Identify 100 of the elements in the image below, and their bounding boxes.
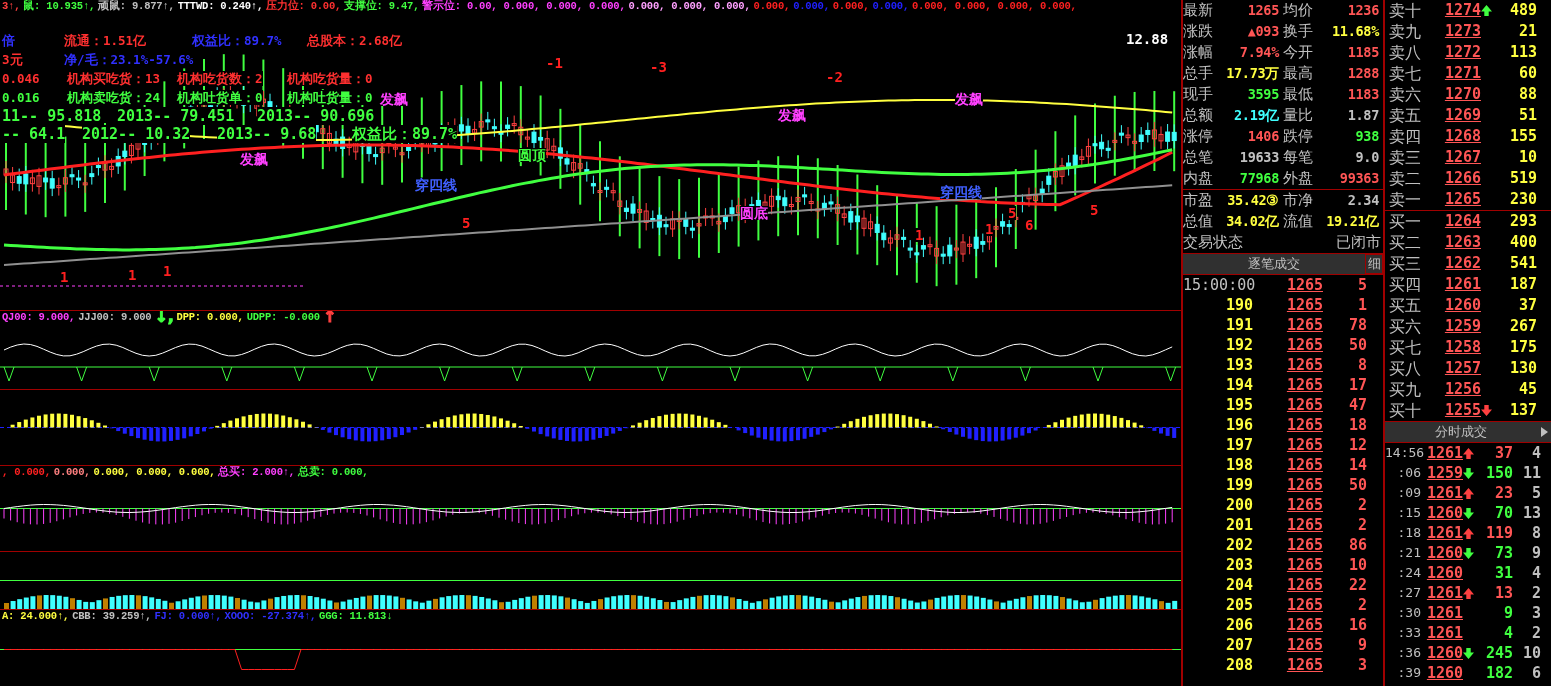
chart-label: 圆顶 (518, 148, 546, 162)
trade-volume: 245 (1484, 643, 1513, 663)
trade-time: 192 (1224, 335, 1253, 355)
trade-time: 14:56 (1385, 444, 1421, 462)
indicator-value: 0.000, (872, 0, 909, 12)
quote-value: 1265 (1246, 1, 1279, 20)
trade-count: 11 (1521, 463, 1541, 483)
order-price: 1273 (1443, 21, 1481, 42)
stock-info-text: 11-- 95.818 (2, 107, 102, 125)
order-level-label: 买四 (1388, 274, 1422, 295)
trade-volume: 50 (1347, 335, 1367, 355)
trade-time: 207 (1224, 635, 1253, 655)
order-volume: 175 (1508, 337, 1537, 358)
order-price: 1256 (1443, 379, 1481, 400)
quote-label: 总手 (1183, 63, 1214, 84)
indicator-value: XOOO: -27.374↑, (224, 610, 317, 622)
order-level-label: 买一 (1388, 211, 1422, 232)
order-volume: 230 (1508, 189, 1537, 210)
order-volume: 489 (1508, 0, 1537, 21)
quote-value: 34.02亿 (1225, 212, 1279, 231)
trade-time: :21 (1396, 544, 1421, 562)
trade-price: 1265 (1285, 395, 1323, 415)
trade-price: 1265 (1285, 415, 1323, 435)
trade-volume: 4 (1502, 623, 1513, 643)
trade-price: 1265 (1285, 615, 1323, 635)
order-volume: 45 (1517, 379, 1537, 400)
quote-label: 均价 (1282, 0, 1314, 21)
chart-label: 1 (128, 268, 137, 282)
trade-volume: 23 (1493, 483, 1513, 503)
indicator-value: 0.000, (53, 466, 91, 478)
trade-time: 15:00:00 (1183, 275, 1253, 295)
order-level-label: 卖七 (1388, 63, 1422, 84)
quote-label: 交易状态 (1183, 232, 1243, 253)
trade-volume: 9 (1356, 635, 1367, 655)
panel-title: 逐笔成交 (1247, 255, 1301, 273)
indicator-value: 警示位: 0.00, 0.000, 0.000, 0.000, (422, 0, 626, 12)
order-level-label: 买九 (1388, 379, 1422, 400)
chart-label: -3 (650, 60, 667, 74)
trade-time: :15 (1396, 504, 1421, 522)
order-volume: 113 (1508, 42, 1537, 63)
stock-info-text: 2013-- 9.68 (217, 125, 317, 143)
order-price: 1272 (1443, 42, 1481, 63)
order-level-label: 买六 (1388, 316, 1422, 337)
order-level-label: 卖九 (1388, 21, 1422, 42)
indicator-value: 0.000, (832, 0, 870, 12)
quote-value: 2.19亿 (1233, 106, 1279, 125)
quote-label: 最低 (1282, 84, 1314, 105)
indicator-value: JJJ00: 9.000 (78, 311, 152, 323)
trade-volume: 47 (1347, 395, 1367, 415)
trade-price: 1260 (1425, 663, 1463, 683)
trade-time: 201 (1224, 515, 1253, 535)
quote-value: 1183 (1346, 85, 1379, 104)
trade-price: 1261 (1425, 523, 1463, 543)
order-level-label: 买五 (1388, 295, 1422, 316)
quote-label: 外盘 (1282, 168, 1314, 189)
stock-info-text: 机构吃货数：2 (177, 71, 263, 86)
indicator-value: 总买: 2.000↑, (218, 466, 295, 478)
trade-price: 1261 (1425, 623, 1463, 643)
indicator-value: 0.000, 0.000, 0.000, (628, 0, 751, 12)
quote-label: 最高 (1282, 63, 1314, 84)
trade-time: :18 (1396, 524, 1421, 542)
order-price: 1258 (1443, 337, 1481, 358)
quote-value: 99363 (1338, 169, 1379, 188)
trade-volume: 5 (1356, 275, 1367, 295)
order-volume: 51 (1517, 105, 1537, 126)
trade-time: 191 (1224, 315, 1253, 335)
chart-label: 穿四线 (415, 178, 457, 192)
stock-info-text: 权益比：89.7% (192, 33, 282, 48)
trade-count: 10 (1521, 643, 1541, 663)
trade-volume: 2 (1356, 495, 1367, 515)
order-level-label: 卖二 (1388, 168, 1422, 189)
indicator-value: 0.000, 0.000, 0.000, 0.000, (912, 0, 1077, 12)
detail-button[interactable]: 细 (1365, 254, 1383, 274)
quote-label: 跌停 (1282, 126, 1314, 147)
trade-volume: 86 (1347, 535, 1367, 555)
order-level-label: 卖六 (1388, 84, 1422, 105)
trade-price: 1265 (1285, 275, 1323, 295)
stock-info-text: 倍 (2, 33, 15, 48)
chart-label: 12.88 (1126, 32, 1169, 46)
trade-time: 194 (1224, 375, 1253, 395)
quote-value: 1406 (1246, 127, 1279, 146)
stock-info-text: 0.016 (2, 90, 40, 105)
chart-label: 发飙 (955, 92, 983, 106)
quote-value: 7.94% (1238, 43, 1279, 62)
trade-time: :36 (1396, 644, 1421, 662)
indicator-value: 支撑位: 9.47, (344, 0, 420, 12)
order-price: 1268 (1443, 126, 1481, 147)
trade-volume: 9 (1502, 603, 1513, 623)
trade-volume: 22 (1347, 575, 1367, 595)
quote-value: 已闭市 (1336, 232, 1381, 253)
chart-label: -1 (546, 56, 563, 70)
trade-volume: 37 (1493, 443, 1513, 463)
indicator-value: GGG: 11.813↓ (319, 610, 393, 622)
quote-value: 1288 (1346, 64, 1379, 83)
order-price: 1270 (1443, 84, 1481, 105)
chart-label: 穿四线 (940, 185, 982, 199)
order-volume: 10 (1517, 147, 1537, 168)
indicator-value: TTTWD: 0.240↑, (177, 0, 264, 12)
stock-info-text: 机构吐货量：0 (287, 90, 373, 105)
order-volume: 155 (1508, 126, 1537, 147)
